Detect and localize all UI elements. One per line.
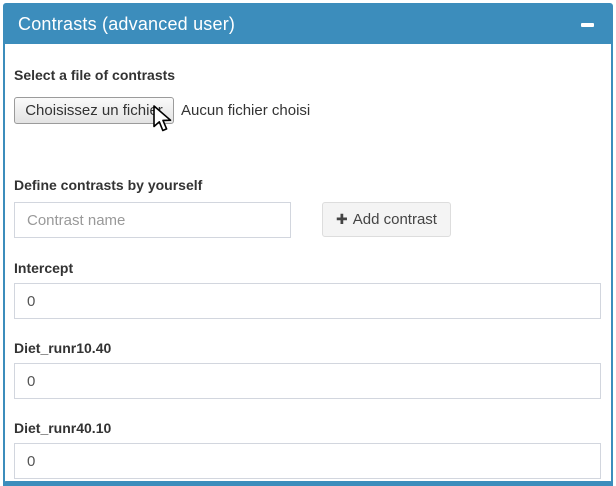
file-status-text: Aucun fichier choisi (181, 97, 310, 124)
panel-header[interactable]: Contrasts (advanced user) (5, 5, 611, 44)
add-contrast-button[interactable]: ✚ Add contrast (322, 202, 451, 237)
contrast-field-label: Diet_runr40.10 (14, 420, 111, 436)
contrast-name-input[interactable] (14, 202, 291, 238)
contrast-field-input-diet-runr40-10[interactable] (14, 443, 601, 479)
choose-file-button[interactable]: Choisissez un fichier (14, 97, 174, 124)
contrasts-panel: Contrasts (advanced user) Select a file … (3, 3, 613, 486)
contrast-field-input-diet-runr10-40[interactable] (14, 363, 601, 399)
collapse-button[interactable] (571, 5, 603, 44)
panel-title: Contrasts (advanced user) (18, 14, 235, 35)
contrasts-panel-screen: Contrasts (advanced user) Select a file … (0, 0, 616, 486)
contrast-field-label: Diet_runr10.40 (14, 340, 111, 356)
file-section-label: Select a file of contrasts (14, 67, 175, 83)
contrast-field-input-intercept[interactable] (14, 283, 601, 319)
contrast-field-label: Intercept (14, 260, 73, 276)
add-contrast-label: Add contrast (353, 211, 437, 228)
define-section-label: Define contrasts by yourself (14, 177, 202, 193)
minus-icon (581, 23, 594, 27)
plus-icon: ✚ (336, 211, 348, 228)
next-panel-header[interactable] (3, 481, 613, 486)
